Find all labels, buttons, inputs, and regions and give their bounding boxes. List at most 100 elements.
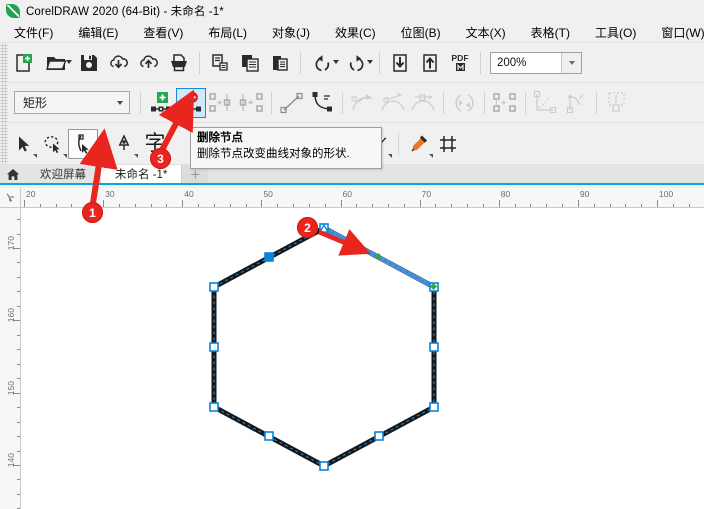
ruler-minor-tick [17,363,20,365]
menu-text[interactable]: 文本(X) [466,22,519,43]
object-type-combobox[interactable]: 矩形 [14,91,130,114]
object-type-dropdown-button[interactable] [110,100,129,105]
menu-tools[interactable]: 工具(O) [595,22,649,43]
svg-text:PDF: PDF [451,53,468,63]
drawing-area: 20 30 40 50 60 70 80 90 100 170 160 150 140 [0,188,704,509]
tool-flyout-arrow[interactable] [429,153,433,158]
make-node-cusp-button[interactable] [348,88,378,118]
menu-file[interactable]: 文件(F) [14,22,66,43]
auto-close-curve-button[interactable] [561,88,591,118]
vertical-ruler[interactable]: 170 160 150 140 [0,208,21,509]
ruler-minor-tick [17,233,20,235]
convert-to-curve-button[interactable] [307,88,337,118]
tab-welcome-screen[interactable]: 欢迎屏幕 [26,165,101,183]
menu-object[interactable]: 对象(J) [272,22,323,43]
select-all-nodes-button[interactable] [602,88,632,118]
ruler-minor-tick [451,204,453,207]
smart-fill-tool[interactable] [434,129,464,159]
import-cloud-button[interactable] [104,48,134,78]
marker-label: 2 [304,220,311,235]
selected-node [264,252,274,262]
reverse-direction-button[interactable] [449,88,479,118]
freehand-select-tool[interactable] [38,129,68,159]
redo-dropdown-caret[interactable] [367,59,373,64]
print-button[interactable] [164,48,194,78]
ruler-minor-tick [17,291,20,293]
ruler-minor-tick [593,204,595,207]
tool-flyout-arrow[interactable] [134,153,138,158]
tool-flyout-arrow[interactable] [92,152,96,157]
marker-label: 1 [89,205,96,220]
publish-pdf-button[interactable]: PDF [445,48,475,78]
toolbar-separator [379,51,380,74]
menu-window[interactable]: 窗口(W) [661,22,704,43]
canvas-page[interactable] [21,208,704,509]
tool-flyout-arrow[interactable] [63,153,67,158]
ruler-tick [340,200,342,207]
menu-table[interactable]: 表格(T) [531,22,583,43]
menu-view[interactable]: 查看(V) [143,22,196,43]
tool-flyout-arrow[interactable] [388,153,392,158]
convert-to-line-button[interactable] [277,88,307,118]
redo-button[interactable] [340,48,374,78]
menu-bitmap[interactable]: 位图(B) [401,22,454,43]
delete-node-button[interactable] [176,87,206,118]
ruler-minor-tick [17,334,20,336]
export-button[interactable] [415,48,445,78]
open-dropdown-caret[interactable] [66,59,72,64]
make-node-smooth-button[interactable] [378,88,408,118]
ruler-minor-tick [17,219,20,221]
horizontal-ruler[interactable]: 20 30 40 50 60 70 80 90 100 [21,188,704,208]
menu-edit[interactable]: 编辑(E) [78,22,131,43]
shape-tool[interactable] [68,128,98,159]
ruler-minor-tick [17,276,20,278]
menu-layout[interactable]: 布局(L) [208,22,260,43]
make-node-symmetrical-button[interactable] [408,88,438,118]
menu-effects[interactable]: 效果(C) [335,22,389,43]
toolbar-grip[interactable] [0,123,8,164]
ruler-minor-tick [625,204,627,207]
break-curve-button[interactable] [236,88,266,118]
ruler-minor-tick [403,204,405,207]
ruler-minor-tick [609,204,611,207]
ruler-minor-tick [562,204,564,207]
save-document-button[interactable] [74,48,104,78]
import-button[interactable] [385,48,415,78]
toolbar-grip[interactable] [0,83,8,122]
export-cloud-button[interactable] [134,48,164,78]
hexagon-curve-object[interactable] [21,208,704,504]
toolbar-separator [140,91,141,114]
ruler-minor-tick [39,204,41,207]
ruler-label: 30 [105,189,115,199]
add-node-button[interactable] [146,88,176,118]
open-document-button[interactable] [38,48,74,78]
new-document-button[interactable] [8,48,38,78]
extract-subpath-button[interactable] [531,88,561,118]
home-tab-button[interactable] [0,165,26,183]
zoom-level-combobox[interactable]: 200% [490,51,582,74]
ruler-tick [103,200,105,207]
ruler-tick [182,200,184,207]
pick-tool[interactable] [8,129,38,159]
tool-flyout-arrow[interactable] [33,153,37,158]
tab-untitled-1[interactable]: 未命名 -1* [101,165,183,183]
extend-curve-close-button[interactable] [490,88,520,118]
color-eyedropper-tool[interactable] [404,129,434,159]
cut-button[interactable] [205,48,235,78]
join-nodes-button[interactable] [206,88,236,118]
pen-tool[interactable] [109,129,139,159]
paste-button[interactable] [265,48,295,78]
ruler-minor-tick [71,204,73,207]
undo-dropdown-caret[interactable] [333,59,339,64]
undo-button[interactable] [306,48,340,78]
ruler-minor-tick [308,204,310,207]
copy-button[interactable] [235,48,265,78]
ruler-minor-tick [17,349,20,351]
zoom-dropdown-button[interactable] [561,52,581,73]
ruler-tick [419,200,421,207]
toolbar-separator [525,91,526,114]
toolbar-grip[interactable] [0,43,8,82]
window-title: CorelDRAW 2020 (64-Bit) - 未命名 -1* [26,6,224,18]
ruler-label: 150 [6,380,16,395]
ruler-unit-corner[interactable] [0,188,21,208]
